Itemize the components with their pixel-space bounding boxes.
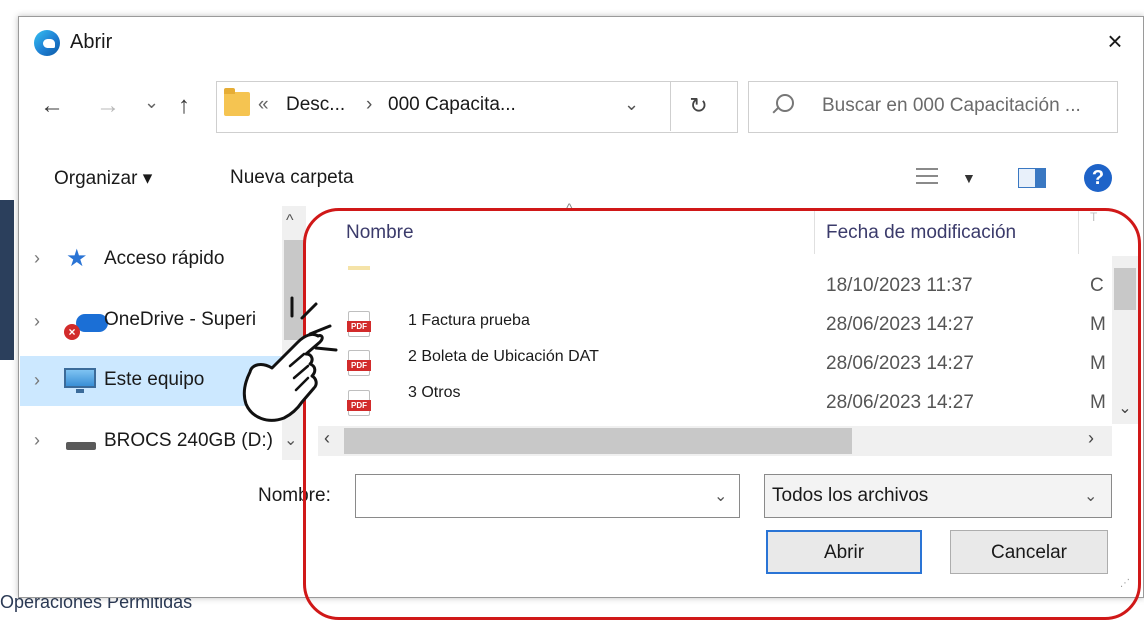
view-options-caret[interactable]: ▼ [962,170,976,186]
pointing-hand-icon [242,296,338,422]
path-separator: › [366,94,373,115]
highlight-annotation [303,208,1141,620]
path-overflow[interactable]: « [258,94,269,116]
back-button[interactable]: ← [40,92,64,120]
new-folder-button[interactable]: Nueva carpeta [230,167,354,189]
view-options-icon[interactable] [916,166,938,186]
path-segment-current[interactable]: 000 Capacita... [388,94,516,116]
sidebar-item-label: Acceso rápido [104,248,225,269]
expand-chevron-icon[interactable]: › [34,248,40,269]
sidebar-item-label: Este equipo [104,369,205,390]
star-icon: ★ [66,245,88,272]
up-button[interactable]: ↑ [178,92,190,120]
dialog-title: Abrir [70,31,113,53]
recent-locations-button[interactable]: ⌄ [144,88,159,116]
navigation-scroll-up[interactable]: ^ [286,212,294,230]
sidebar-item-label: BROCS 240GB (D:) [104,430,273,451]
drive-icon [66,442,96,450]
help-icon[interactable]: ? [1084,164,1112,192]
search-icon [776,94,794,112]
background-window-edge [0,200,14,360]
refresh-button[interactable]: ↻ [670,81,726,131]
forward-button[interactable]: → [96,92,120,120]
scroll-down-icon[interactable]: ⌄ [284,430,297,450]
address-dropdown-icon[interactable]: ⌄ [624,94,639,115]
preview-pane-icon[interactable] [1018,168,1046,188]
edge-icon [34,30,60,56]
folder-icon [224,88,250,116]
expand-chevron-icon[interactable]: › [34,311,40,332]
path-segment-desc[interactable]: Desc... [286,94,345,116]
search-placeholder[interactable]: Buscar en 000 Capacitación ... [822,95,1081,117]
expand-chevron-icon[interactable]: › [34,430,40,451]
expand-chevron-icon[interactable]: › [34,370,40,391]
close-button[interactable]: × [1100,26,1130,56]
organize-button[interactable]: Organizar ▾ [54,167,152,190]
computer-icon [64,368,96,393]
error-badge-icon: × [64,324,80,340]
